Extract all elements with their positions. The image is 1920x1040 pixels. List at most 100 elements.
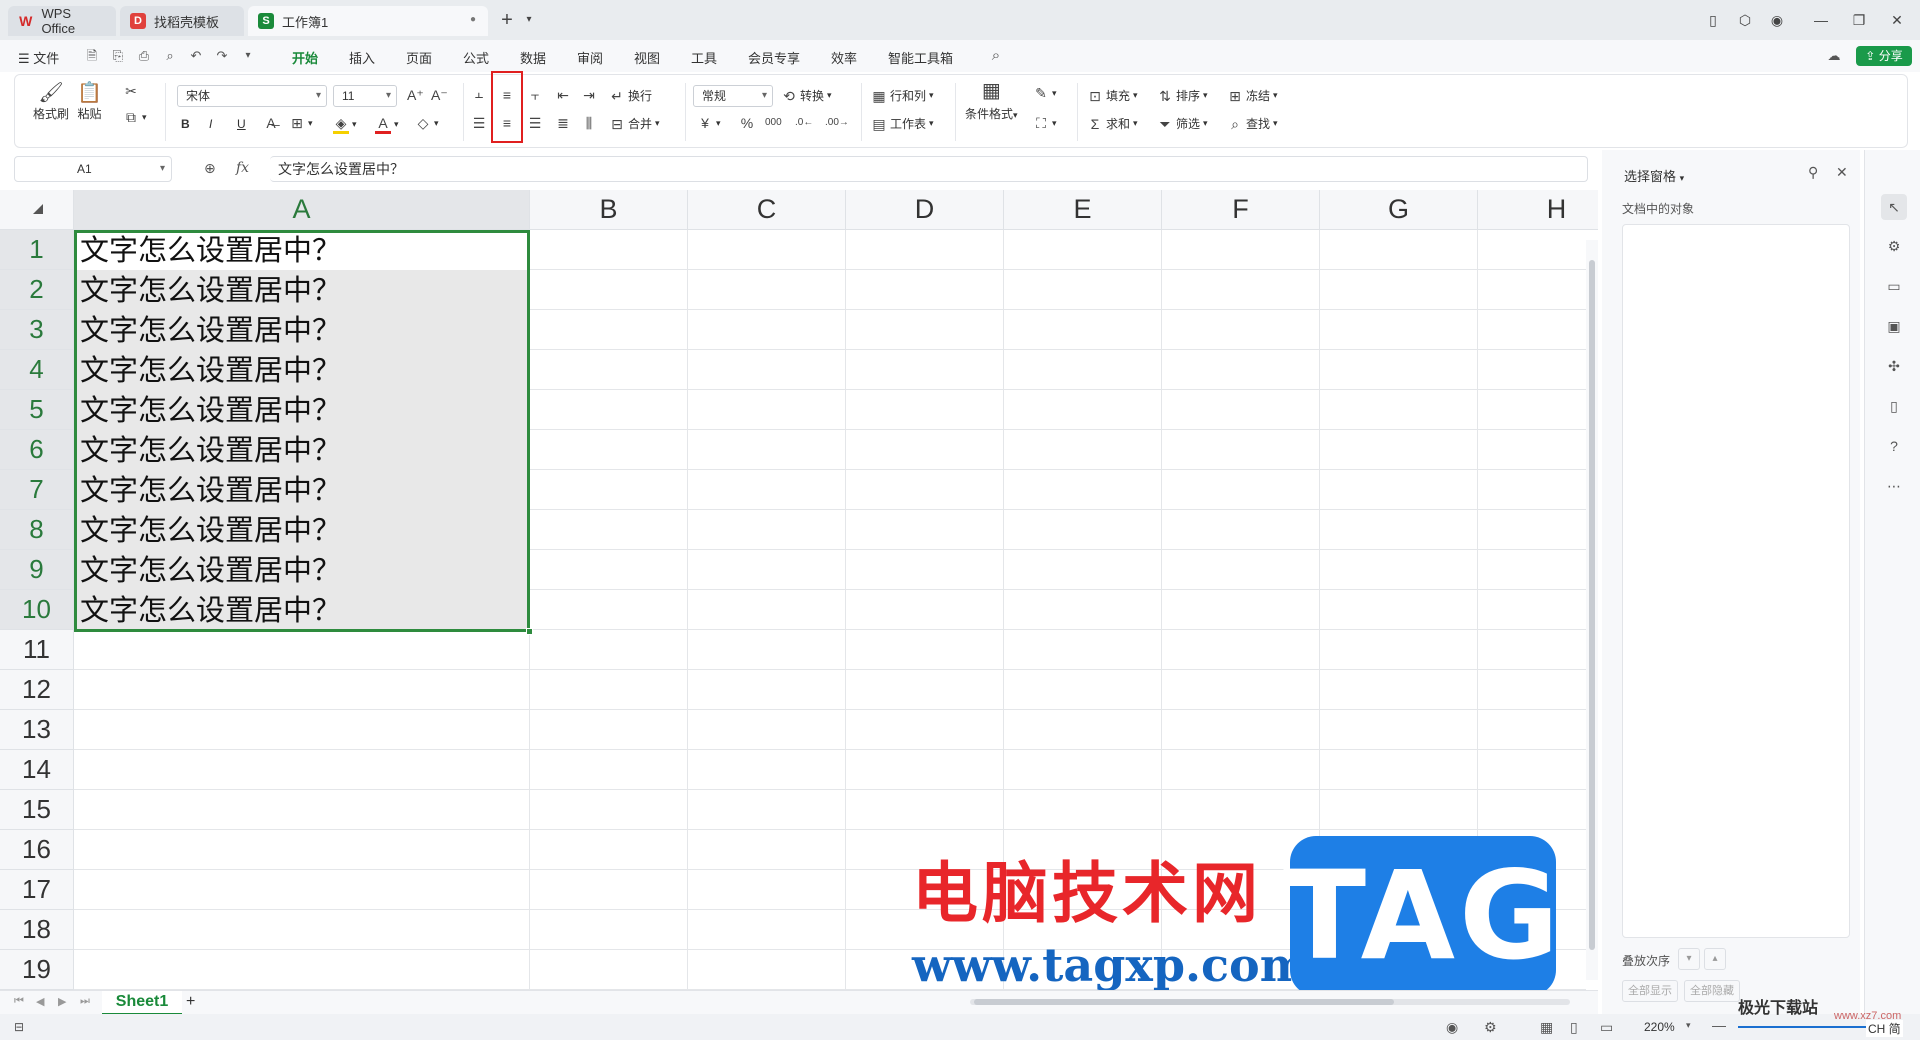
column-header-h[interactable]: H bbox=[1478, 190, 1598, 230]
show-all-button[interactable]: 全部显示 bbox=[1622, 980, 1678, 1002]
eye-protect-icon[interactable]: ◉ bbox=[1446, 1019, 1458, 1036]
increase-decimal-button[interactable]: .0← bbox=[795, 115, 813, 131]
redo-icon[interactable]: ↷ bbox=[214, 48, 230, 64]
tab-close-dot-icon[interactable]: ● bbox=[470, 14, 476, 25]
row-header-17[interactable]: 17 bbox=[0, 870, 74, 910]
horizontal-scrollbar[interactable] bbox=[970, 999, 1570, 1005]
column-header-d[interactable]: D bbox=[846, 190, 1004, 230]
copy-button[interactable]: ⧉ ▾ bbox=[123, 109, 147, 125]
search-icon[interactable]: ⌕ bbox=[988, 48, 1004, 64]
menu-tools[interactable]: 工具 bbox=[691, 48, 717, 67]
book-icon[interactable]: ▯ bbox=[1885, 398, 1903, 416]
cell-style-button[interactable]: ✎ ▾ bbox=[1033, 85, 1056, 101]
selection-pane-title[interactable]: 选择窗格 ▾ bbox=[1624, 166, 1684, 185]
format-painter-button[interactable]: 🖌 格式刷 bbox=[33, 83, 69, 122]
close-pane-icon[interactable]: ✕ bbox=[1836, 164, 1848, 181]
share-button[interactable]: ⇪ 分享 bbox=[1856, 46, 1912, 66]
worksheet-button[interactable]: ▤ 工作表 ▾ bbox=[871, 115, 933, 132]
menu-insert[interactable]: 插入 bbox=[349, 48, 375, 67]
find-button[interactable]: ⌕ 查找 ▾ bbox=[1227, 115, 1277, 132]
more-icon[interactable]: ⋯ bbox=[1885, 478, 1903, 496]
macro-record-icon[interactable]: ⊟ bbox=[14, 1020, 24, 1034]
export-icon[interactable]: ⎘ bbox=[110, 48, 126, 64]
align-bottom-button[interactable]: ⫟ bbox=[527, 87, 543, 103]
increase-font-button[interactable]: A⁺ bbox=[407, 87, 424, 103]
font-color-button[interactable]: A ▾ bbox=[375, 115, 399, 134]
menu-formula[interactable]: 公式 bbox=[463, 48, 489, 67]
column-header-e[interactable]: E bbox=[1004, 190, 1162, 230]
row-header-12[interactable]: 12 bbox=[0, 670, 74, 710]
horizontal-scroll-thumb[interactable] bbox=[974, 999, 1394, 1005]
image-edit-icon[interactable]: ▣ bbox=[1885, 318, 1903, 336]
menu-data[interactable]: 数据 bbox=[520, 48, 546, 67]
adjust-sliders-icon[interactable]: ⚙ bbox=[1885, 238, 1903, 256]
wrap-text-button[interactable]: ↵ 换行 bbox=[609, 87, 652, 104]
menu-member[interactable]: 会员专享 bbox=[748, 48, 800, 67]
merge-button[interactable]: ⊟ 合并 ▾ bbox=[609, 115, 659, 132]
row-header-13[interactable]: 13 bbox=[0, 710, 74, 750]
percent-button[interactable]: % bbox=[739, 115, 755, 131]
zoom-chevron-icon[interactable]: ▾ bbox=[1686, 1020, 1691, 1031]
align-top-button[interactable]: ⫠ bbox=[471, 85, 487, 101]
pin-icon[interactable]: ⚲ bbox=[1808, 164, 1818, 181]
prev-sheet-icon[interactable]: ◀ bbox=[36, 995, 44, 1008]
row-header-1[interactable]: 1 bbox=[0, 230, 74, 270]
decrease-indent-button[interactable]: ⇤ bbox=[555, 87, 571, 103]
menu-efficiency[interactable]: 效率 bbox=[831, 48, 857, 67]
increase-indent-button[interactable]: ⇥ bbox=[581, 87, 597, 103]
fill-color-button[interactable]: ◈ ▾ bbox=[333, 115, 357, 134]
add-sheet-button[interactable]: + bbox=[186, 993, 195, 1011]
undo-icon[interactable]: ↶ bbox=[188, 48, 204, 64]
row-header-9[interactable]: 9 bbox=[0, 550, 74, 590]
thousands-button[interactable]: 000 bbox=[765, 115, 782, 131]
align-left-button[interactable]: ☰ bbox=[471, 115, 487, 131]
row-header-16[interactable]: 16 bbox=[0, 830, 74, 870]
row-header-6[interactable]: 6 bbox=[0, 430, 74, 470]
convert-button[interactable]: ⟲ 转换 ▾ bbox=[781, 87, 831, 104]
distributed-button[interactable]: ⫼ bbox=[581, 115, 597, 131]
tab-workbook[interactable]: S 工作簿1 ● bbox=[248, 6, 488, 36]
row-header-10[interactable]: 10 bbox=[0, 590, 74, 630]
page-layout-view-icon[interactable]: ▯ bbox=[1570, 1019, 1578, 1036]
formula-input[interactable]: 文字怎么设置居中？ bbox=[270, 156, 1588, 182]
hide-all-button[interactable]: 全部隐藏 bbox=[1684, 980, 1740, 1002]
last-sheet-icon[interactable]: ⏭ bbox=[80, 995, 90, 1008]
cut-button[interactable]: ✂ bbox=[123, 83, 139, 99]
menu-smart-toolbox[interactable]: 智能工具箱 bbox=[888, 48, 953, 67]
column-header-b[interactable]: B bbox=[530, 190, 688, 230]
sheet-tab-sheet1[interactable]: Sheet1 bbox=[102, 991, 182, 1015]
row-header-3[interactable]: 3 bbox=[0, 310, 74, 350]
row-header-2[interactable]: 2 bbox=[0, 270, 74, 310]
cloud-icon[interactable]: ☁ bbox=[1826, 48, 1842, 64]
fill-handle[interactable] bbox=[526, 628, 533, 635]
tab-wps-office[interactable]: W WPS Office bbox=[8, 6, 116, 36]
align-right-button[interactable]: ☰ bbox=[527, 115, 543, 131]
fill-button[interactable]: ⊡ 填充 ▾ bbox=[1087, 87, 1137, 104]
underline-button[interactable]: U bbox=[237, 117, 246, 131]
row-header-5[interactable]: 5 bbox=[0, 390, 74, 430]
print-preview-icon[interactable]: ⌕ bbox=[162, 48, 178, 64]
zoom-level[interactable]: 220% bbox=[1644, 1020, 1675, 1034]
filter-button[interactable]: ⏷ 筛选 ▾ bbox=[1157, 115, 1207, 132]
settings-icon[interactable]: ⚙ bbox=[1484, 1019, 1497, 1036]
row-header-8[interactable]: 8 bbox=[0, 510, 74, 550]
minimize-icon[interactable]: — bbox=[1810, 10, 1832, 30]
column-header-g[interactable]: G bbox=[1320, 190, 1478, 230]
cube-icon[interactable]: ⬡ bbox=[1734, 10, 1756, 30]
row-header-15[interactable]: 15 bbox=[0, 790, 74, 830]
font-size-combo[interactable]: 11 ▾ bbox=[333, 85, 397, 107]
input-language[interactable]: CH 简 bbox=[1866, 1020, 1903, 1037]
font-name-combo[interactable]: 宋体 ▾ bbox=[177, 85, 327, 107]
menu-home[interactable]: 开始 bbox=[292, 48, 318, 67]
row-header-7[interactable]: 7 bbox=[0, 470, 74, 510]
row-header-19[interactable]: 19 bbox=[0, 950, 74, 990]
objects-list[interactable] bbox=[1622, 224, 1850, 938]
comment-icon[interactable]: ▭ bbox=[1885, 278, 1903, 296]
decrease-font-button[interactable]: A⁻ bbox=[431, 87, 448, 103]
move-up-chevron-icon[interactable]: ▴ bbox=[1704, 948, 1726, 970]
rows-cols-button[interactable]: ▦ 行和列 ▾ bbox=[871, 87, 933, 104]
menu-page[interactable]: 页面 bbox=[406, 48, 432, 67]
cell-border-style-button[interactable]: ⛶ ▾ bbox=[1033, 115, 1056, 131]
sum-button[interactable]: Σ 求和 ▾ bbox=[1087, 115, 1138, 132]
select-all-corner[interactable] bbox=[0, 190, 74, 230]
